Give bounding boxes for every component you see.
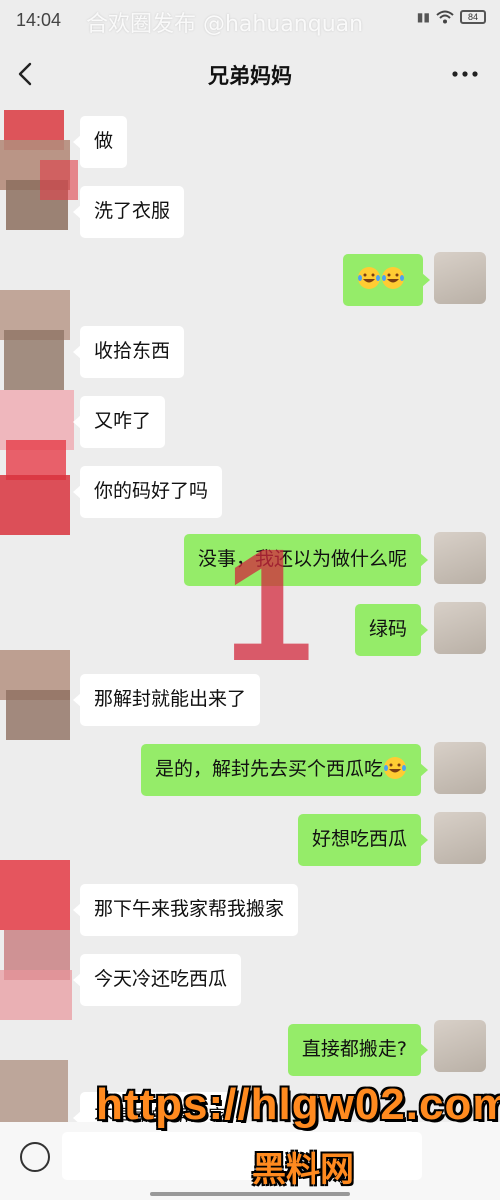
cat-avatar[interactable] <box>434 602 486 654</box>
home-indicator <box>150 1192 350 1196</box>
message-bubble-other[interactable]: 做 <box>72 116 128 168</box>
laughing-tears-emoji-icon <box>382 267 404 289</box>
avatar-scribble <box>0 110 78 230</box>
message-bubble-other[interactable]: 今天冷还吃西瓜 <box>72 954 242 1006</box>
avatar-scribble <box>0 1060 68 1130</box>
message-text: 是的，解封先去买个西瓜吃 <box>154 758 383 780</box>
voice-icon[interactable] <box>20 1142 50 1172</box>
cat-avatar[interactable] <box>434 252 486 304</box>
message-bubble-self[interactable]: 是的，解封先去买个西瓜吃 <box>140 744 429 796</box>
cat-avatar[interactable] <box>434 532 486 584</box>
status-time: 14:04 <box>16 9 62 30</box>
cat-avatar[interactable] <box>434 812 486 864</box>
signal-icon: ▮▮ <box>416 10 430 24</box>
message-bubble-other[interactable]: 收拾东西 <box>72 326 185 378</box>
nav-bar: 兄弟妈妈 <box>0 48 500 100</box>
battery-icon: 84 <box>460 10 486 24</box>
avatar-scribble <box>0 290 74 535</box>
overlay-mark: 1 <box>224 515 313 694</box>
cat-avatar[interactable] <box>434 742 486 794</box>
message-input[interactable] <box>62 1132 422 1180</box>
avatar-scribble <box>0 860 72 1020</box>
bottom-watermark-url: https://hlgw02.com <box>96 1080 500 1129</box>
message-bubble-other[interactable]: 那下午来我家帮我搬家 <box>72 884 299 936</box>
wifi-icon <box>436 10 454 24</box>
message-bubble-self[interactable]: 好想吃西瓜 <box>297 814 429 866</box>
laughing-tears-emoji-icon <box>384 757 406 779</box>
avatar-scribble <box>0 650 70 740</box>
laughing-tears-emoji-icon <box>358 267 380 289</box>
top-watermark: 合欢圈发布 @hahuanquan <box>86 12 364 37</box>
chat-title: 兄弟妈妈 <box>208 64 292 88</box>
cat-avatar[interactable] <box>434 1020 486 1072</box>
message-bubble-other[interactable]: 洗了衣服 <box>72 186 185 238</box>
message-bubble-self[interactable] <box>343 254 430 306</box>
message-bubble-other[interactable]: 你的码好了吗 <box>72 466 223 518</box>
bottom-watermark-label: 黑料网 <box>252 1150 354 1190</box>
input-bar <box>0 1122 500 1200</box>
more-dots-icon[interactable] <box>450 60 480 88</box>
message-bubble-self[interactable]: 直接都搬走? <box>287 1024 429 1076</box>
message-bubble-other[interactable]: 又咋了 <box>72 396 166 448</box>
status-icons: ▮▮ 84 <box>417 10 486 24</box>
message-bubble-self[interactable]: 绿码 <box>354 604 429 656</box>
